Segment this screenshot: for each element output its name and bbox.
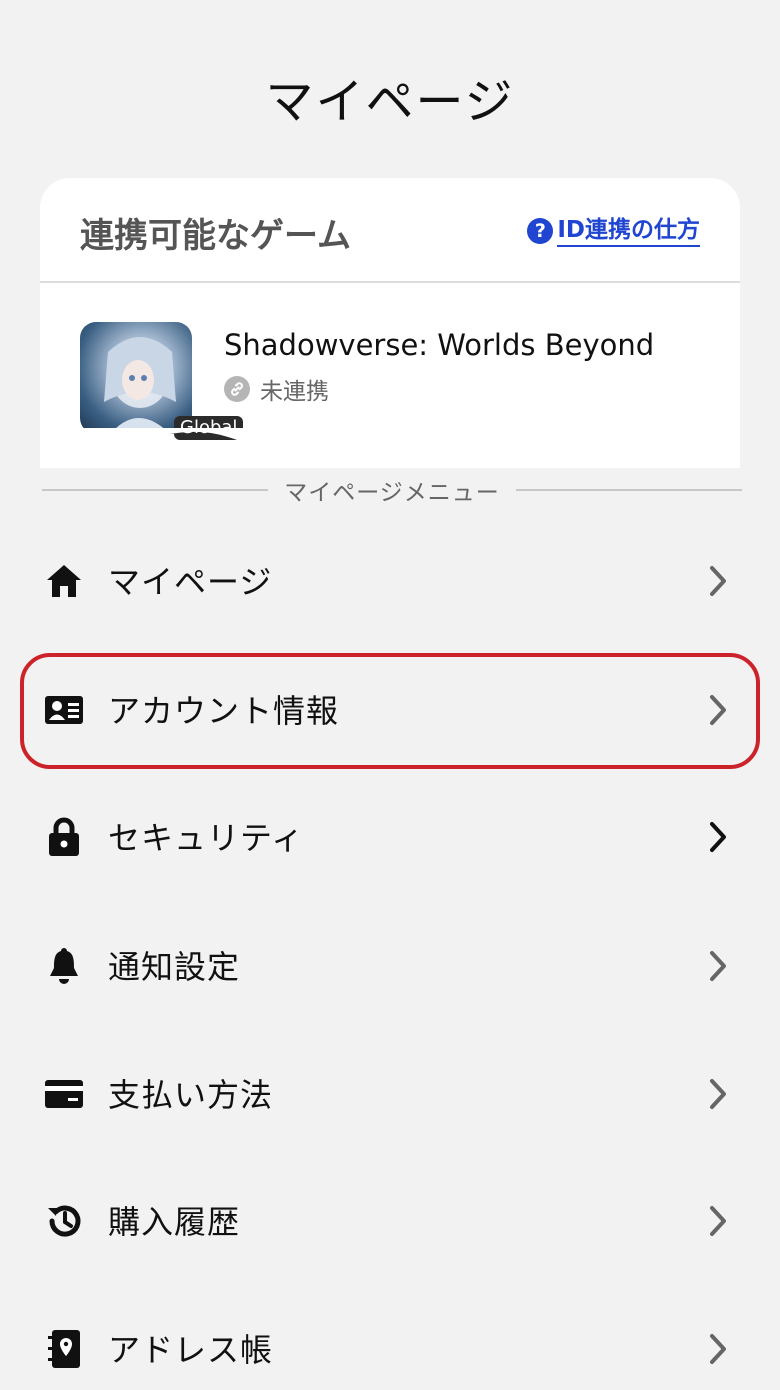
bell-icon: [44, 946, 84, 986]
question-icon: ?: [527, 218, 554, 244]
home-icon: [44, 561, 84, 601]
chain-link-icon: [224, 376, 250, 402]
menu-item-mypage[interactable]: マイページ: [24, 527, 760, 637]
chevron-right-icon: [710, 1334, 726, 1364]
link-status-text: 未連携: [260, 379, 329, 405]
menu-item-account-info[interactable]: アカウント情報: [24, 656, 760, 766]
menu-item-security[interactable]: セキュリティ: [24, 783, 760, 893]
menu-section-divider: マイページメニュー: [42, 474, 743, 506]
card-header: 連携可能なゲーム ? ID連携の仕方: [40, 178, 740, 283]
menu-label: マイページ: [108, 563, 273, 601]
page-title: マイページ: [265, 74, 515, 130]
wave-divider: [40, 428, 740, 463]
game-name: Shadowverse: Worlds Beyond: [224, 328, 655, 362]
history-icon: [44, 1201, 84, 1241]
menu-item-purchase-history[interactable]: 購入履歴: [24, 1167, 760, 1277]
chevron-right-icon: [710, 695, 726, 725]
menu-label: セキュリティ: [108, 819, 305, 857]
menu-label: 購入履歴: [108, 1203, 241, 1241]
link-status: 未連携: [224, 372, 329, 406]
chevron-right-icon: [710, 951, 726, 981]
menu-label: 支払い方法: [108, 1076, 274, 1114]
id-card-icon: [44, 690, 84, 730]
chevron-right-icon: [710, 822, 726, 852]
menu-item-payment-methods[interactable]: 支払い方法: [24, 1040, 760, 1150]
id-link-howto-link[interactable]: ? ID連携の仕方: [527, 214, 700, 248]
game-row[interactable]: Global Shadowverse: Worlds Beyond 未連携: [80, 322, 720, 440]
lock-icon: [44, 817, 84, 857]
my-page: マイページ 連携可能なゲーム ? ID連携の仕方 Global Shadowve…: [0, 0, 780, 1390]
menu-label: アドレス帳: [108, 1331, 274, 1369]
menu-section-label: マイページメニュー: [284, 480, 500, 506]
menu-item-address-book[interactable]: アドレス帳: [24, 1295, 760, 1390]
chevron-right-icon: [710, 1079, 726, 1109]
menu-label: 通知設定: [108, 948, 241, 986]
chevron-right-icon: [710, 566, 726, 596]
address-book-icon: [44, 1329, 84, 1369]
linkable-games-card: 連携可能なゲーム ? ID連携の仕方 Global Shadowverse: W…: [40, 178, 740, 468]
menu-item-notification-settings[interactable]: 通知設定: [24, 912, 760, 1022]
credit-card-icon: [44, 1074, 84, 1114]
menu-label: アカウント情報: [108, 692, 340, 730]
card-title: 連携可能なゲーム: [80, 216, 351, 256]
chevron-right-icon: [710, 1206, 726, 1236]
howto-label: ID連携の仕方: [557, 215, 700, 247]
